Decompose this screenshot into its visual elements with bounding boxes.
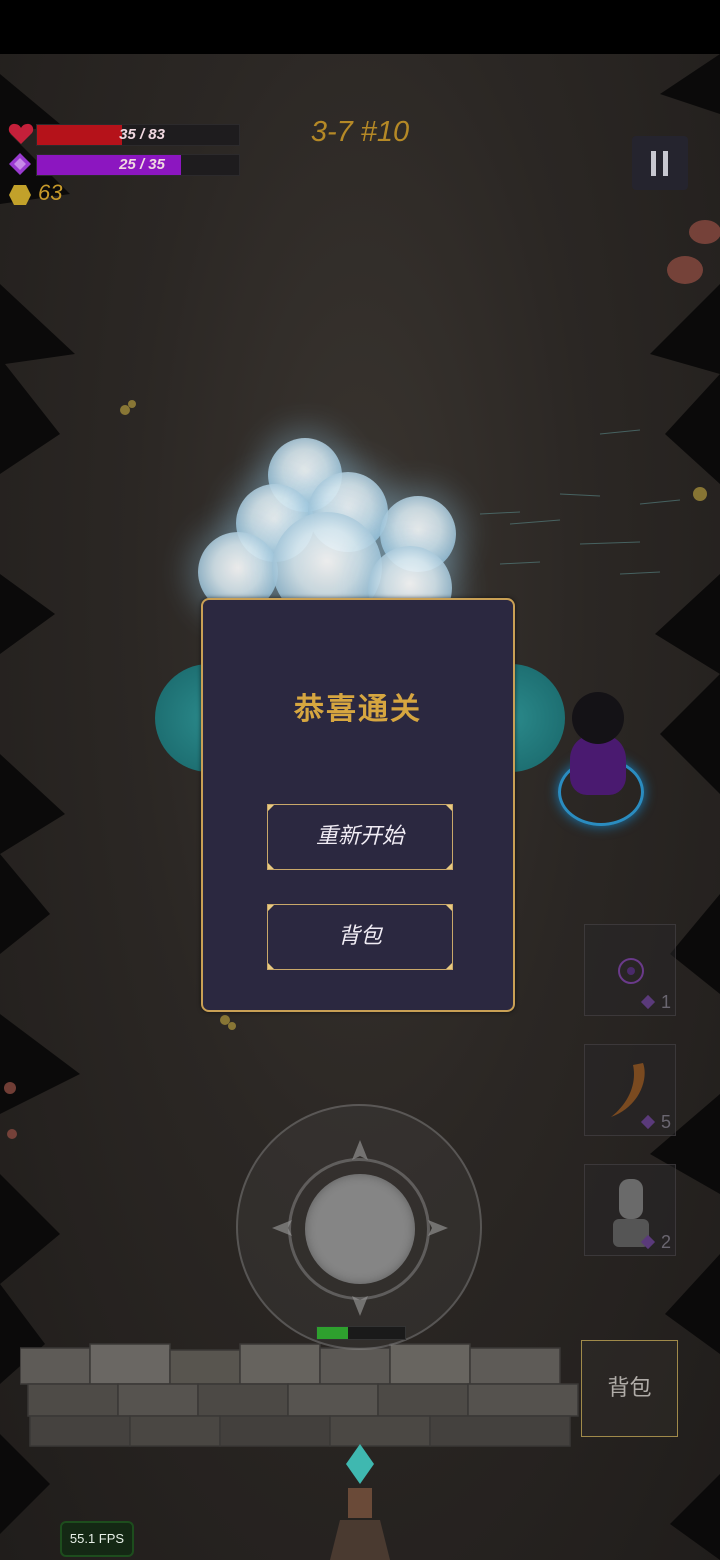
fps-counter: 55.1 FPS bbox=[60, 1521, 134, 1557]
wave-progress-bar bbox=[316, 1326, 406, 1340]
skill-slot-2[interactable]: 5 bbox=[584, 1044, 676, 1136]
player-character bbox=[570, 735, 626, 795]
dialog-title: 恭喜通关 bbox=[294, 692, 422, 727]
mana-text: 25 / 35 bbox=[119, 156, 165, 173]
pause-icon-bar bbox=[663, 151, 668, 176]
coin-icon bbox=[9, 185, 31, 205]
skill-cost: 2 bbox=[660, 1232, 671, 1252]
pause-button[interactable] bbox=[632, 136, 688, 190]
bag-button[interactable]: 背包 bbox=[267, 904, 453, 970]
corner-ornament bbox=[446, 805, 452, 811]
corner-ornament bbox=[268, 863, 274, 869]
corner-ornament bbox=[446, 905, 452, 911]
gem-icon bbox=[640, 994, 656, 1010]
wave-progress-fill bbox=[317, 1327, 348, 1339]
corner-ornament bbox=[268, 963, 274, 969]
corner-ornament bbox=[446, 963, 452, 969]
magic-circle-icon bbox=[618, 958, 644, 984]
restart-button-label: 重新开始 bbox=[315, 824, 404, 849]
player-head bbox=[572, 692, 624, 744]
pause-icon bbox=[651, 151, 656, 176]
bag-button-label: 背包 bbox=[337, 924, 382, 949]
corner-ornament bbox=[268, 805, 274, 811]
gold-count: 63 bbox=[38, 180, 63, 205]
corner-ornament bbox=[268, 905, 274, 911]
joystick-knob[interactable] bbox=[305, 1174, 415, 1284]
skill-slot-3[interactable]: 2 bbox=[584, 1164, 676, 1256]
skill-slot-1[interactable]: 1 bbox=[584, 924, 676, 1016]
tower-crystal-icon bbox=[330, 1444, 390, 1560]
stage-clear-dialog: 恭喜通关 重新开始 背包 bbox=[201, 598, 515, 1012]
skill-cost: 1 bbox=[660, 992, 671, 1012]
skill-cost: 5 bbox=[660, 1112, 671, 1132]
level-indicator: 3-7 #10 bbox=[310, 116, 410, 148]
restart-button[interactable]: 重新开始 bbox=[267, 804, 453, 870]
horn-icon bbox=[611, 1063, 645, 1117]
corner-ornament bbox=[446, 863, 452, 869]
bag-button-side[interactable]: 背包 bbox=[581, 1340, 678, 1437]
mana-bar: 25 / 35 bbox=[36, 154, 240, 176]
crystal-icon bbox=[9, 153, 31, 175]
